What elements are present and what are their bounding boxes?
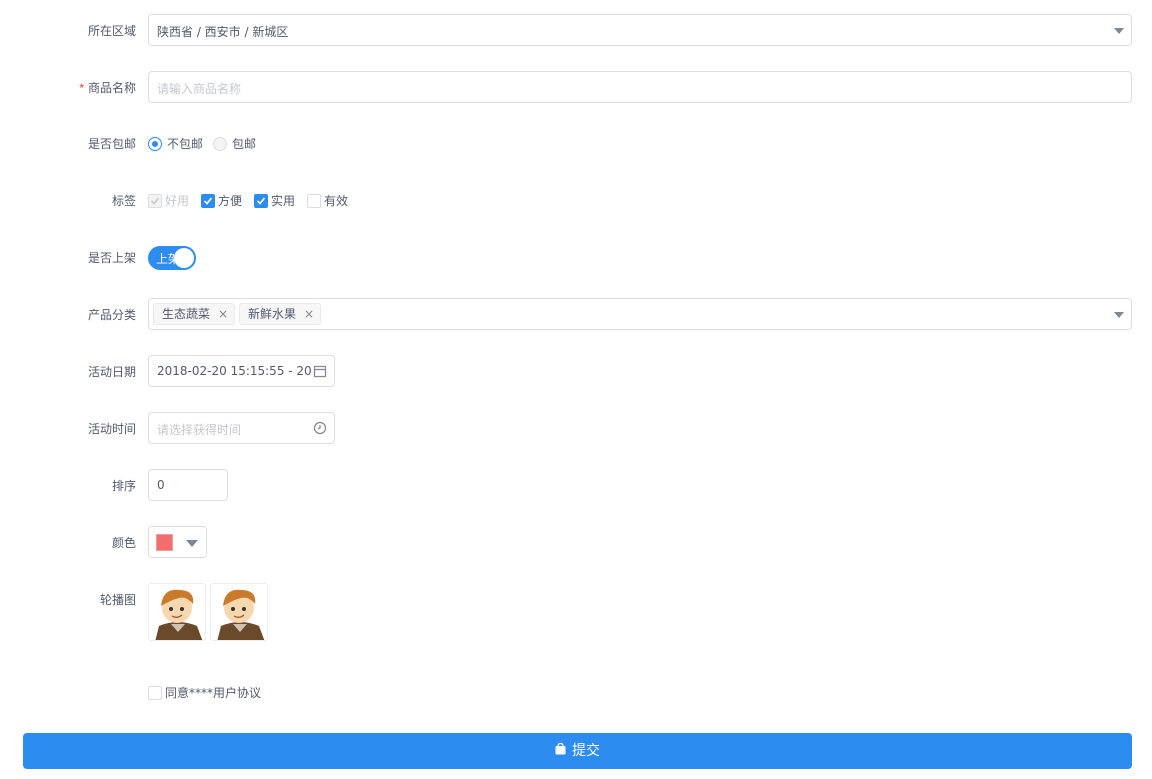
color-label: 颜色 [111, 536, 136, 550]
color-swatch [156, 534, 173, 551]
sort-number-input[interactable]: 0 [148, 469, 228, 501]
shipping-label: 是否包邮 [87, 137, 136, 151]
checkbox-unchecked-icon [148, 685, 162, 700]
on-sale-switch[interactable]: 上架 [148, 246, 196, 270]
radio-checked-icon [148, 136, 162, 151]
activity-time-placeholder: 请选择获得时间 [157, 423, 242, 437]
submit-button[interactable]: 提交 [23, 733, 1132, 769]
category-tag-label: 生态蔬菜 [162, 307, 211, 321]
region-value: 陕西省 / 西安市 / 新城区 [157, 25, 289, 39]
sort-label: 排序 [111, 479, 136, 493]
checkbox-checked-icon [254, 193, 268, 208]
product-name-label: * 商品名称 [79, 79, 136, 96]
checkbox-label: 实用 [271, 194, 296, 208]
carousel-image[interactable] [148, 583, 206, 641]
required-mark: * [79, 81, 84, 95]
radio-unchecked-icon [213, 136, 227, 151]
chevron-down-icon [1114, 312, 1124, 318]
checkbox-checked-icon [201, 193, 215, 208]
carousel-image[interactable] [210, 583, 268, 641]
close-icon[interactable]: × [304, 307, 314, 321]
cartoon-avatar-icon [217, 589, 265, 640]
category-label: 产品分类 [87, 308, 136, 322]
activity-date-picker[interactable]: 2018-02-20 15:15:55 - 201 [148, 355, 335, 387]
radio-free-shipping[interactable]: 包邮 [213, 135, 256, 152]
form-row-activity-time: 活动时间 请选择获得时间 [0, 412, 1152, 444]
form-row-agreement: 同意****用户协议 [0, 684, 1152, 704]
form-row-region: 所在区域 陕西省 / 西安市 / 新城区 [0, 14, 1152, 46]
checkbox-label: 有效 [324, 194, 349, 208]
sort-value: 0 [157, 478, 165, 492]
form-row-activity-date: 活动日期 2018-02-20 15:15:55 - 201 [0, 355, 1152, 387]
category-multiselect[interactable]: 生态蔬菜 × 新鲜水果 × [148, 298, 1132, 330]
activity-date-label: 活动日期 [87, 365, 136, 379]
radio-label: 不包邮 [167, 137, 204, 151]
clock-icon [313, 421, 327, 435]
form-row-sort: 排序 0 [0, 469, 1152, 501]
checkbox-disabled-checked-icon [148, 193, 162, 208]
product-name-input[interactable]: 请输入商品名称 [148, 71, 1132, 103]
checkbox-tag-haoyong: 好用 [148, 192, 189, 209]
form-row-product-name: * 商品名称 请输入商品名称 [0, 71, 1152, 103]
form-row-on-sale: 是否上架 上架 [0, 246, 1152, 270]
radio-no-free-shipping[interactable]: 不包邮 [148, 135, 203, 152]
calendar-icon [313, 364, 327, 378]
agreement-checkbox[interactable]: 同意****用户协议 [148, 684, 261, 701]
checkbox-tag-fangbian[interactable]: 方便 [201, 192, 242, 209]
color-picker[interactable] [148, 526, 207, 558]
tags-label: 标签 [111, 194, 136, 208]
agreement-label: 同意****用户协议 [165, 686, 262, 700]
checkbox-label: 好用 [165, 194, 190, 208]
category-tag[interactable]: 生态蔬菜 × [153, 303, 236, 325]
form-row-category: 产品分类 生态蔬菜 × 新鲜水果 × [0, 298, 1152, 330]
region-cascader[interactable]: 陕西省 / 西安市 / 新城区 [148, 14, 1132, 46]
checkbox-tag-youxiao[interactable]: 有效 [307, 192, 348, 209]
close-icon[interactable]: × [218, 307, 228, 321]
activity-time-label: 活动时间 [87, 422, 136, 436]
category-tag[interactable]: 新鲜水果 × [239, 303, 322, 325]
switch-knob [174, 248, 194, 268]
activity-time-picker[interactable]: 请选择获得时间 [148, 412, 335, 444]
product-name-label-text: 商品名称 [87, 81, 136, 95]
cartoon-avatar-icon [155, 589, 203, 640]
form-row-color: 颜色 [0, 526, 1152, 558]
submit-label: 提交 [572, 743, 600, 759]
on-sale-label: 是否上架 [87, 251, 136, 265]
checkbox-tag-shiyong[interactable]: 实用 [254, 192, 295, 209]
carousel-label: 轮播图 [99, 593, 136, 607]
chevron-down-icon [1114, 28, 1124, 34]
region-label: 所在区域 [87, 24, 136, 38]
chevron-down-icon [186, 540, 198, 547]
bag-icon [555, 733, 566, 769]
checkbox-label: 方便 [218, 194, 243, 208]
category-tag-label: 新鲜水果 [248, 307, 297, 321]
form-row-tags: 标签 好用 方便 实用 有效 [0, 192, 1152, 212]
checkbox-unchecked-icon [307, 193, 321, 208]
form-row-shipping: 是否包邮 不包邮 包邮 [0, 135, 1152, 155]
radio-label: 包邮 [232, 137, 257, 151]
product-name-placeholder: 请输入商品名称 [157, 82, 242, 96]
activity-date-value: 2018-02-20 15:15:55 - 201 [157, 364, 320, 378]
